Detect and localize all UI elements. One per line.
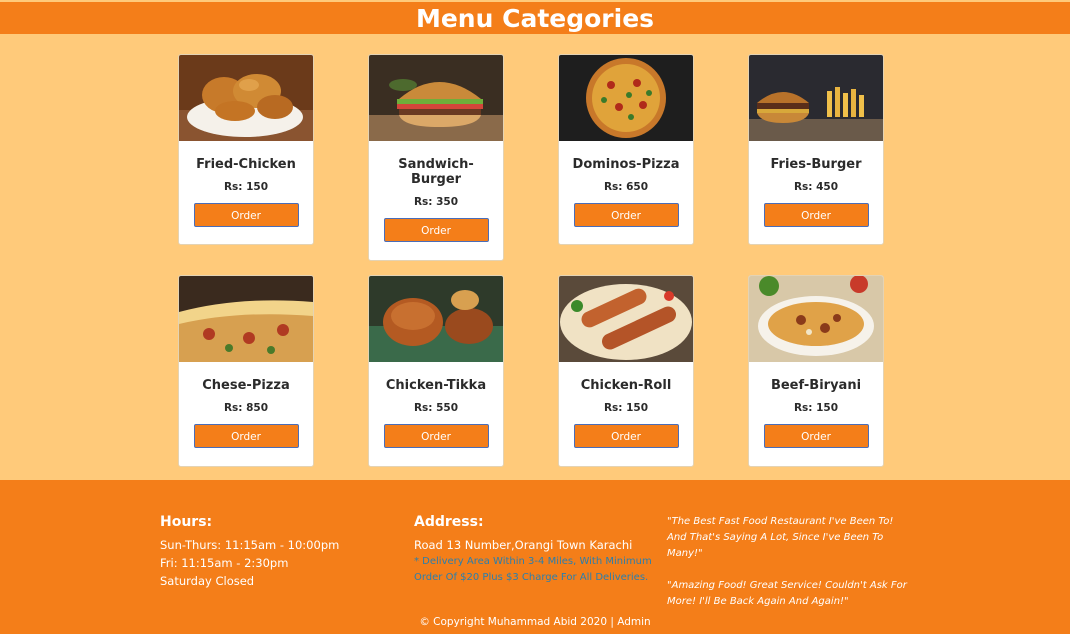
hours-line: Saturday Closed bbox=[160, 574, 255, 588]
hours-section: Hours: Sun-Thurs: 11:15am - 10:00pm Fri:… bbox=[160, 514, 339, 590]
item-price: Rs: 850 bbox=[223, 402, 269, 414]
item-name: Sandwich-Burger bbox=[398, 157, 474, 187]
item-name: Beef-Biryani bbox=[770, 378, 862, 393]
hours-line: Sun-Thurs: 11:15am - 10:00pm bbox=[160, 538, 340, 552]
item-price: Rs: 150 bbox=[223, 181, 269, 193]
item-name: Fried-Chicken bbox=[196, 157, 296, 172]
hours-heading: Hours: bbox=[160, 514, 213, 530]
menu-card-dominos-pizza: Dominos-Pizza Rs: 650 Order bbox=[558, 54, 694, 245]
fries-burger-image bbox=[749, 55, 883, 141]
item-name: Chicken-Tikka bbox=[385, 378, 487, 393]
item-name: Fries-Burger bbox=[770, 157, 862, 172]
menu-card-fried-chicken: Fried-Chicken Rs: 150 Order bbox=[178, 54, 314, 245]
item-price: Rs: 350 bbox=[413, 196, 459, 208]
item-price: Rs: 150 bbox=[603, 402, 649, 414]
menu-grid: Fried-Chicken Rs: 150 Order Sandwich-Bur… bbox=[178, 54, 884, 474]
dominos-pizza-image bbox=[559, 55, 693, 141]
menu-card-chese-pizza: Chese-Pizza Rs: 850 Order bbox=[178, 275, 314, 467]
item-name: Dominos-Pizza bbox=[572, 157, 680, 172]
item-price: Rs: 550 bbox=[413, 402, 459, 414]
order-button-fried-chicken[interactable]: Order bbox=[193, 203, 299, 227]
menu-card-beef-biryani: Beef-Biryani Rs: 150 Order bbox=[748, 275, 884, 467]
testimonial-quote: "Amazing Food! Great Service! Couldn't A… bbox=[667, 580, 907, 607]
order-button-chicken-roll[interactable]: Order bbox=[573, 424, 679, 448]
testimonials-section: "The Best Fast Food Restaurant I've Been… bbox=[667, 514, 907, 610]
footer: Hours: Sun-Thurs: 11:15am - 10:00pm Fri:… bbox=[0, 480, 1070, 634]
menu-card-fries-burger: Fries-Burger Rs: 450 Order bbox=[748, 54, 884, 245]
address-heading: Address: bbox=[414, 514, 484, 530]
address-section: Address: Road 13 Number,Orangi Town Kara… bbox=[414, 514, 654, 586]
address-line: Road 13 Number,Orangi Town Karachi bbox=[414, 538, 633, 552]
item-price: Rs: 150 bbox=[793, 402, 839, 414]
testimonial-quote: "The Best Fast Food Restaurant I've Been… bbox=[667, 516, 894, 559]
cheese-pizza-image bbox=[179, 276, 313, 362]
menu-card-chicken-roll: Chicken-Roll Rs: 150 Order bbox=[558, 275, 694, 467]
item-price: Rs: 450 bbox=[793, 181, 839, 193]
hours-line: Fri: 11:15am - 2:30pm bbox=[160, 556, 289, 570]
page-header: Menu Categories bbox=[0, 2, 1070, 34]
order-button-dominos-pizza[interactable]: Order bbox=[573, 203, 679, 227]
sandwich-burger-image bbox=[369, 55, 503, 141]
order-button-chicken-tikka[interactable]: Order bbox=[383, 424, 489, 448]
menu-card-chicken-tikka: Chicken-Tikka Rs: 550 Order bbox=[368, 275, 504, 467]
item-price: Rs: 650 bbox=[603, 181, 649, 193]
beef-biryani-image bbox=[749, 276, 883, 362]
chicken-tikka-image bbox=[369, 276, 503, 362]
order-button-chese-pizza[interactable]: Order bbox=[193, 424, 299, 448]
menu-card-sandwich-burger: Sandwich-Burger Rs: 350 Order bbox=[368, 54, 504, 261]
order-button-sandwich-burger[interactable]: Order bbox=[383, 218, 489, 242]
copyright: © Copyright Muhammad Abid 2020 | Admin bbox=[419, 616, 651, 628]
fried-chicken-image bbox=[179, 55, 313, 141]
order-button-fries-burger[interactable]: Order bbox=[763, 203, 869, 227]
item-name: Chese-Pizza bbox=[202, 378, 290, 393]
page-title: Menu Categories bbox=[415, 4, 655, 33]
chicken-roll-image bbox=[559, 276, 693, 362]
delivery-note: * Delivery Area Within 3-4 Miles, With M… bbox=[414, 556, 652, 583]
item-name: Chicken-Roll bbox=[580, 378, 672, 393]
order-button-beef-biryani[interactable]: Order bbox=[763, 424, 869, 448]
